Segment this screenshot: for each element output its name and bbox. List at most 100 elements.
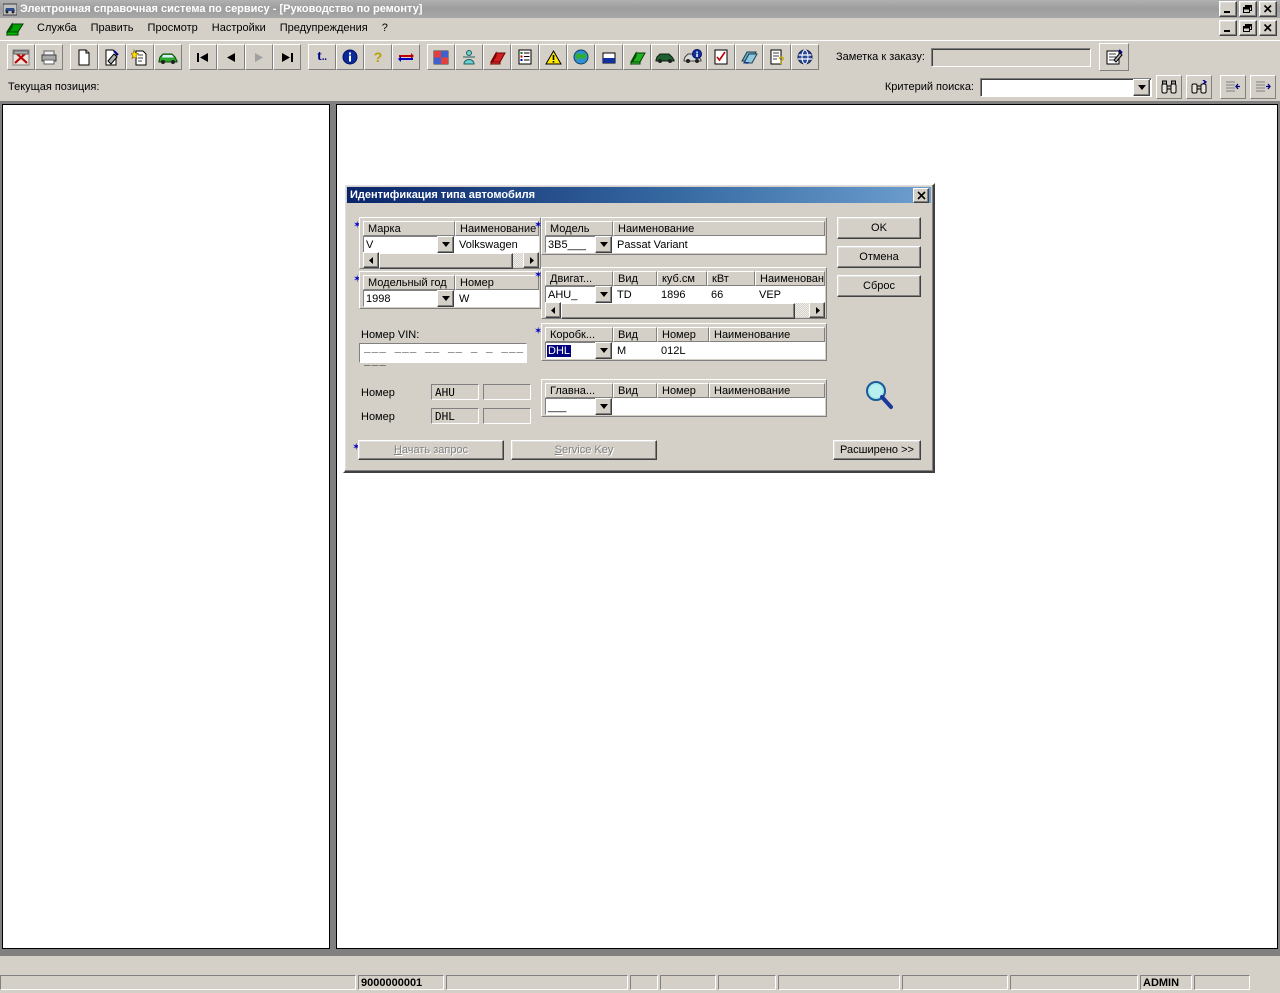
mdi-restore-button[interactable] [1239, 20, 1257, 36]
car-side-icon[interactable] [651, 44, 679, 70]
reset-button[interactable]: Сброс [837, 275, 921, 297]
engine-combo[interactable]: AHU_ [545, 286, 613, 303]
order-note-input[interactable] [930, 47, 1091, 67]
engine-scroll-thumb[interactable] [561, 303, 795, 319]
gearbox-number-label: Номер [361, 411, 395, 423]
document-help-icon[interactable]: ? [763, 44, 791, 70]
warning-icon[interactable] [539, 44, 567, 70]
vehicle-icon[interactable] [154, 44, 182, 70]
model-year-header-number: Номер [455, 275, 539, 290]
chevron-down-icon[interactable] [595, 286, 612, 303]
start-query-button[interactable]: ННачать запросачать запрос [358, 440, 504, 460]
model-year-combo[interactable]: 1998 [363, 290, 455, 307]
engine-scroll-track[interactable] [561, 303, 809, 319]
brand-hscrollbar[interactable] [363, 252, 539, 269]
final-drive-header-type: Вид [613, 383, 657, 398]
overview-panel[interactable] [2, 104, 330, 949]
checklist-icon[interactable] [707, 44, 735, 70]
note-edit-icon[interactable] [1098, 43, 1129, 71]
scroll-left-icon[interactable] [363, 252, 379, 268]
brand-combo[interactable]: V [363, 236, 455, 253]
indent-right-icon[interactable] [1250, 75, 1276, 99]
scroll-right-icon[interactable] [809, 302, 825, 318]
person-tool-icon[interactable] [455, 44, 483, 70]
ok-button[interactable]: OK [837, 217, 921, 239]
exit-icon[interactable] [7, 44, 35, 70]
chevron-down-icon[interactable] [1133, 78, 1150, 96]
engine-hscrollbar[interactable] [545, 302, 825, 319]
dialog-close-icon[interactable] [913, 187, 929, 203]
menu-view[interactable]: Просмотр [141, 20, 205, 36]
menu-settings[interactable]: Настройки [205, 20, 273, 36]
find-binoculars-icon[interactable] [1156, 75, 1182, 99]
engine-number-field[interactable] [483, 384, 531, 400]
engine-header-power: кВт [707, 271, 755, 286]
toolbar-separator [182, 45, 189, 69]
gearbox-header-number: Номер [657, 327, 709, 342]
indent-left-icon[interactable] [1220, 75, 1246, 99]
mdi-minimize-button[interactable] [1219, 20, 1237, 36]
gearbox-type-value: M [613, 342, 657, 359]
service-key-button[interactable]: Service Key [511, 440, 657, 460]
model-name-value: Passat Variant [613, 236, 825, 253]
gearbox-combo[interactable]: DHL [545, 342, 613, 359]
chevron-down-icon[interactable] [595, 398, 612, 415]
info-icon[interactable] [336, 44, 364, 70]
previous-record-icon[interactable] [217, 44, 245, 70]
close-button[interactable] [1259, 1, 1277, 17]
chevron-down-icon[interactable] [437, 290, 454, 307]
green-book-icon[interactable] [623, 44, 651, 70]
dialog-title: Идентификация типа автомобиля [350, 189, 536, 201]
globe-stripes-icon[interactable] [791, 44, 819, 70]
new-note-icon[interactable] [126, 44, 154, 70]
menu-help[interactable]: ? [375, 20, 395, 36]
paint-bucket-icon[interactable] [595, 44, 623, 70]
advanced-button[interactable]: Расширено >> [833, 440, 921, 460]
help-icon[interactable]: ? [364, 44, 392, 70]
cancel-button[interactable]: Отмена [837, 246, 921, 268]
minimize-button[interactable] [1219, 1, 1237, 17]
scroll-left-icon[interactable] [545, 302, 561, 318]
red-book-icon[interactable] [483, 44, 511, 70]
car-info-icon[interactable] [679, 44, 707, 70]
chevron-down-icon[interactable] [595, 236, 612, 253]
chevron-down-icon[interactable] [437, 236, 454, 253]
new-document-icon[interactable] [70, 44, 98, 70]
next-record-icon[interactable] [245, 44, 273, 70]
books-icon[interactable] [735, 44, 763, 70]
scroll-right-icon[interactable] [523, 252, 539, 268]
search-area: Критерий поиска: [885, 75, 1280, 99]
vin-input[interactable]: ___ ___ __ __ _ _ ___ ___ [359, 340, 527, 366]
gearbox-number-field[interactable] [483, 408, 531, 424]
chevron-down-icon[interactable] [595, 342, 612, 359]
menu-warnings[interactable]: Предупреждения [273, 20, 375, 36]
brand-scroll-track[interactable] [379, 253, 523, 269]
magnifier-icon [863, 379, 895, 414]
swap-icon[interactable] [392, 44, 420, 70]
engine-displacement-value: 1896 [657, 286, 707, 303]
list-document-icon[interactable] [511, 44, 539, 70]
brand-scroll-thumb[interactable] [379, 253, 513, 269]
text-tool-icon[interactable]: t.. [308, 44, 336, 70]
first-record-icon[interactable] [189, 44, 217, 70]
final-drive-header-name: Наименование [709, 383, 825, 398]
dialog-titlebar: Идентификация типа автомобиля [347, 187, 931, 203]
restore-button[interactable] [1239, 1, 1257, 17]
status-cell [0, 975, 356, 990]
find-again-binoculars-icon[interactable] [1186, 75, 1212, 99]
mdi-close-button[interactable] [1259, 20, 1277, 36]
globe-icon[interactable] [567, 44, 595, 70]
final-drive-combo[interactable]: ___ [545, 398, 613, 415]
menu-service[interactable]: Служба [30, 20, 84, 36]
last-record-icon[interactable] [273, 44, 301, 70]
model-combo[interactable]: 3B5___ [545, 236, 613, 253]
print-icon[interactable] [35, 44, 63, 70]
search-combo[interactable] [980, 77, 1152, 97]
model-year-header: Модельный год [363, 275, 455, 290]
menu-edit[interactable]: Править [84, 20, 141, 36]
brand-headers: Марка Наименование [363, 221, 539, 236]
engine-combo-value: AHU_ [548, 288, 578, 301]
grid-icon[interactable] [427, 44, 455, 70]
edit-document-icon[interactable] [98, 44, 126, 70]
engine-type-value: TD [613, 286, 657, 303]
